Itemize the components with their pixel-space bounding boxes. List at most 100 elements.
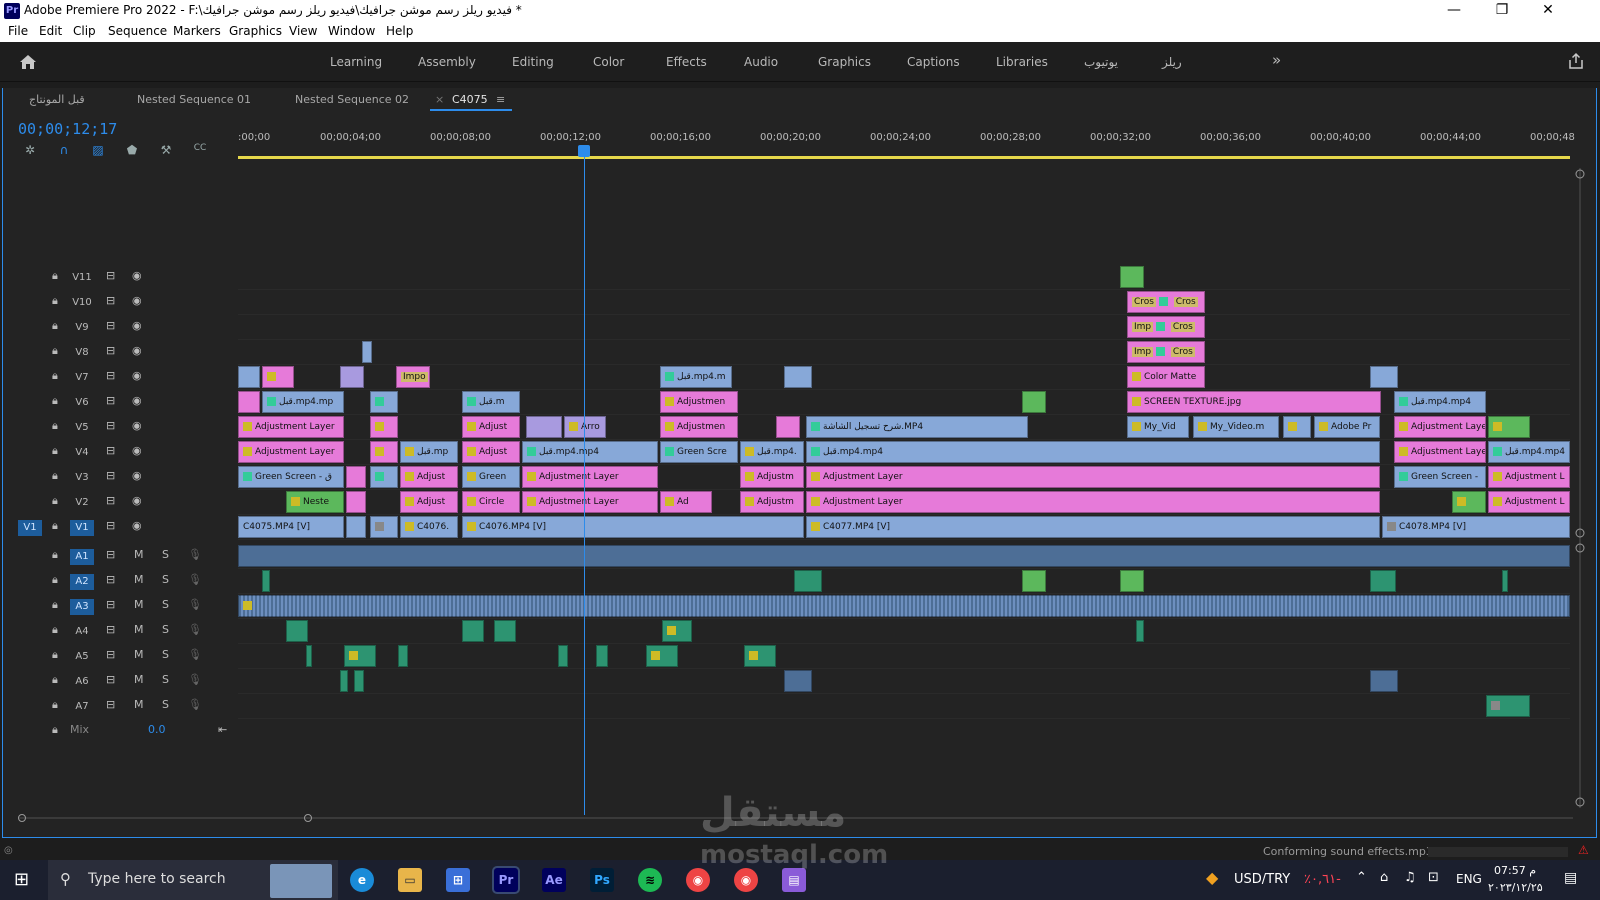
clip[interactable]: Imp Cros <box>1127 316 1205 338</box>
audio-clip[interactable] <box>262 570 270 592</box>
clip[interactable]: قبل.mp4.mp4 <box>1394 391 1486 413</box>
snap-icon[interactable]: ∩ <box>57 143 71 157</box>
audio-clip[interactable] <box>306 645 312 667</box>
restore-icon[interactable]: ❐ <box>1492 2 1512 20</box>
menu-file[interactable]: File <box>8 24 28 38</box>
sync-lock-icon[interactable]: ⊟ <box>106 344 115 357</box>
mute-button[interactable]: M <box>134 548 144 561</box>
tab-before-montage[interactable]: قبل المونتاج <box>29 93 85 106</box>
clip[interactable]: شرح تسجيل الشاشة.MP4 <box>806 416 1028 438</box>
audio-clip-a1[interactable] <box>238 545 1570 567</box>
workspace-youtube[interactable]: يوتيوب <box>1084 55 1118 69</box>
clip[interactable]: Adjustment Layer <box>238 416 344 438</box>
audio-clip[interactable] <box>744 645 776 667</box>
device-icon[interactable]: ⌂ <box>1380 870 1388 885</box>
track-label[interactable]: A3 <box>70 599 94 615</box>
sync-lock-icon[interactable]: ⊟ <box>106 673 115 686</box>
audio-clip[interactable] <box>1022 570 1046 592</box>
track-label[interactable]: A4 <box>70 624 94 640</box>
clip[interactable]: Adjustment Layer <box>238 441 344 463</box>
workspace-assembly[interactable]: Assembly <box>418 55 476 69</box>
solo-button[interactable]: S <box>162 598 169 611</box>
lock-icon[interactable]: 🔒︎ <box>52 344 58 358</box>
vertical-scrollbar[interactable] <box>1575 168 1585 808</box>
lock-icon[interactable]: 🔒︎ <box>52 573 58 587</box>
lock-icon[interactable]: 🔒︎ <box>52 698 58 712</box>
audio-clip[interactable] <box>1486 695 1530 717</box>
clip[interactable]: Color Matte <box>1127 366 1205 388</box>
eye-icon[interactable]: ◉ <box>132 369 142 382</box>
clip[interactable]: C4076.MP4 [V] <box>462 516 804 538</box>
clip[interactable]: Adjustment Layer <box>806 466 1380 488</box>
chrome-icon[interactable]: ◉ <box>686 868 710 892</box>
windows-start-icon[interactable]: ⊞ <box>14 869 29 890</box>
clip[interactable]: Adjustment Layer <box>1394 441 1486 463</box>
close-icon[interactable]: ✕ <box>1538 2 1558 20</box>
tray-chevron-icon[interactable]: ⌃ <box>1356 870 1367 885</box>
close-tab-icon[interactable]: × <box>435 93 444 106</box>
clip[interactable]: قبل.mp4.mp4 <box>806 441 1380 463</box>
track-label[interactable]: V10 <box>70 295 94 311</box>
mix-go-to-icon[interactable]: ⇤ <box>218 723 227 736</box>
track-label[interactable]: V4 <box>70 445 94 461</box>
clip[interactable]: قبل.mp4.m <box>660 366 732 388</box>
clip[interactable] <box>370 416 398 438</box>
mute-button[interactable]: M <box>134 698 144 711</box>
clip[interactable]: Adjust <box>462 416 520 438</box>
solo-button[interactable]: S <box>162 548 169 561</box>
clip[interactable] <box>262 366 294 388</box>
timecode-display[interactable]: 00;00;12;17 <box>18 120 117 138</box>
audio-clip-a3-music[interactable] <box>238 595 1570 617</box>
sync-lock-icon[interactable]: ⊟ <box>106 598 115 611</box>
clip[interactable] <box>370 516 398 538</box>
eye-icon[interactable]: ◉ <box>132 519 142 532</box>
sync-lock-icon[interactable]: ⊟ <box>106 494 115 507</box>
eye-icon[interactable]: ◉ <box>132 294 142 307</box>
track-label[interactable]: V7 <box>70 370 94 386</box>
clip[interactable]: C4077.MP4 [V] <box>806 516 1380 538</box>
clip[interactable]: C4075.MP4 [V] <box>238 516 344 538</box>
menu-markers[interactable]: Markers <box>173 24 221 38</box>
track-label[interactable]: V5 <box>70 420 94 436</box>
mic-icon[interactable]: 🎙︎ <box>188 623 202 636</box>
clip[interactable]: قبل.mp4.mp <box>262 391 344 413</box>
track-label[interactable]: A1 <box>70 549 94 565</box>
audio-clip[interactable] <box>398 645 408 667</box>
sync-lock-icon[interactable]: ⊟ <box>106 698 115 711</box>
clip[interactable]: Circle <box>462 491 520 513</box>
clip[interactable]: Adjustmen <box>660 416 738 438</box>
mute-button[interactable]: M <box>134 623 144 636</box>
audio-clip[interactable] <box>596 645 608 667</box>
audio-clip[interactable] <box>462 620 484 642</box>
lock-icon[interactable]: 🔒︎ <box>52 673 58 687</box>
menu-graphics[interactable]: Graphics <box>229 24 282 38</box>
mute-button[interactable]: M <box>134 648 144 661</box>
audio-clip[interactable] <box>784 670 812 692</box>
clip[interactable]: Adjustment Layer <box>522 491 658 513</box>
clip[interactable]: Neste <box>286 491 344 513</box>
solo-button[interactable]: S <box>162 623 169 636</box>
time-ruler[interactable]: :00;00 00;00;04;00 00;00;08;00 00;00;12;… <box>238 128 1575 158</box>
clip[interactable]: My_Video.m <box>1193 416 1279 438</box>
clip[interactable]: Adjustment Layer <box>522 466 658 488</box>
workspace-captions[interactable]: Captions <box>907 55 960 69</box>
mute-button[interactable]: M <box>134 598 144 611</box>
audio-clip[interactable] <box>558 645 568 667</box>
clip[interactable]: Adjust <box>400 466 458 488</box>
network-icon[interactable]: ⊡ <box>1428 870 1439 885</box>
audio-clip[interactable] <box>1370 570 1396 592</box>
mute-button[interactable]: M <box>134 573 144 586</box>
lock-icon[interactable]: 🔒︎ <box>52 419 58 433</box>
captions-icon[interactable]: CC <box>193 143 207 157</box>
workspace-learning[interactable]: Learning <box>330 55 382 69</box>
audio-clip[interactable] <box>286 620 308 642</box>
lock-icon[interactable]: 🔒︎ <box>52 394 58 408</box>
track-label[interactable]: A5 <box>70 649 94 665</box>
sync-lock-icon[interactable]: ⊟ <box>106 269 115 282</box>
sync-lock-icon[interactable]: ⊟ <box>106 623 115 636</box>
clip[interactable]: قبل.mp4.mp4 <box>522 441 658 463</box>
volume-icon[interactable]: ♫ <box>1404 870 1416 885</box>
eye-icon[interactable]: ◉ <box>132 319 142 332</box>
clip[interactable]: قبل.mp4.mp4 <box>1488 441 1570 463</box>
clip[interactable]: My_Vid <box>1127 416 1189 438</box>
